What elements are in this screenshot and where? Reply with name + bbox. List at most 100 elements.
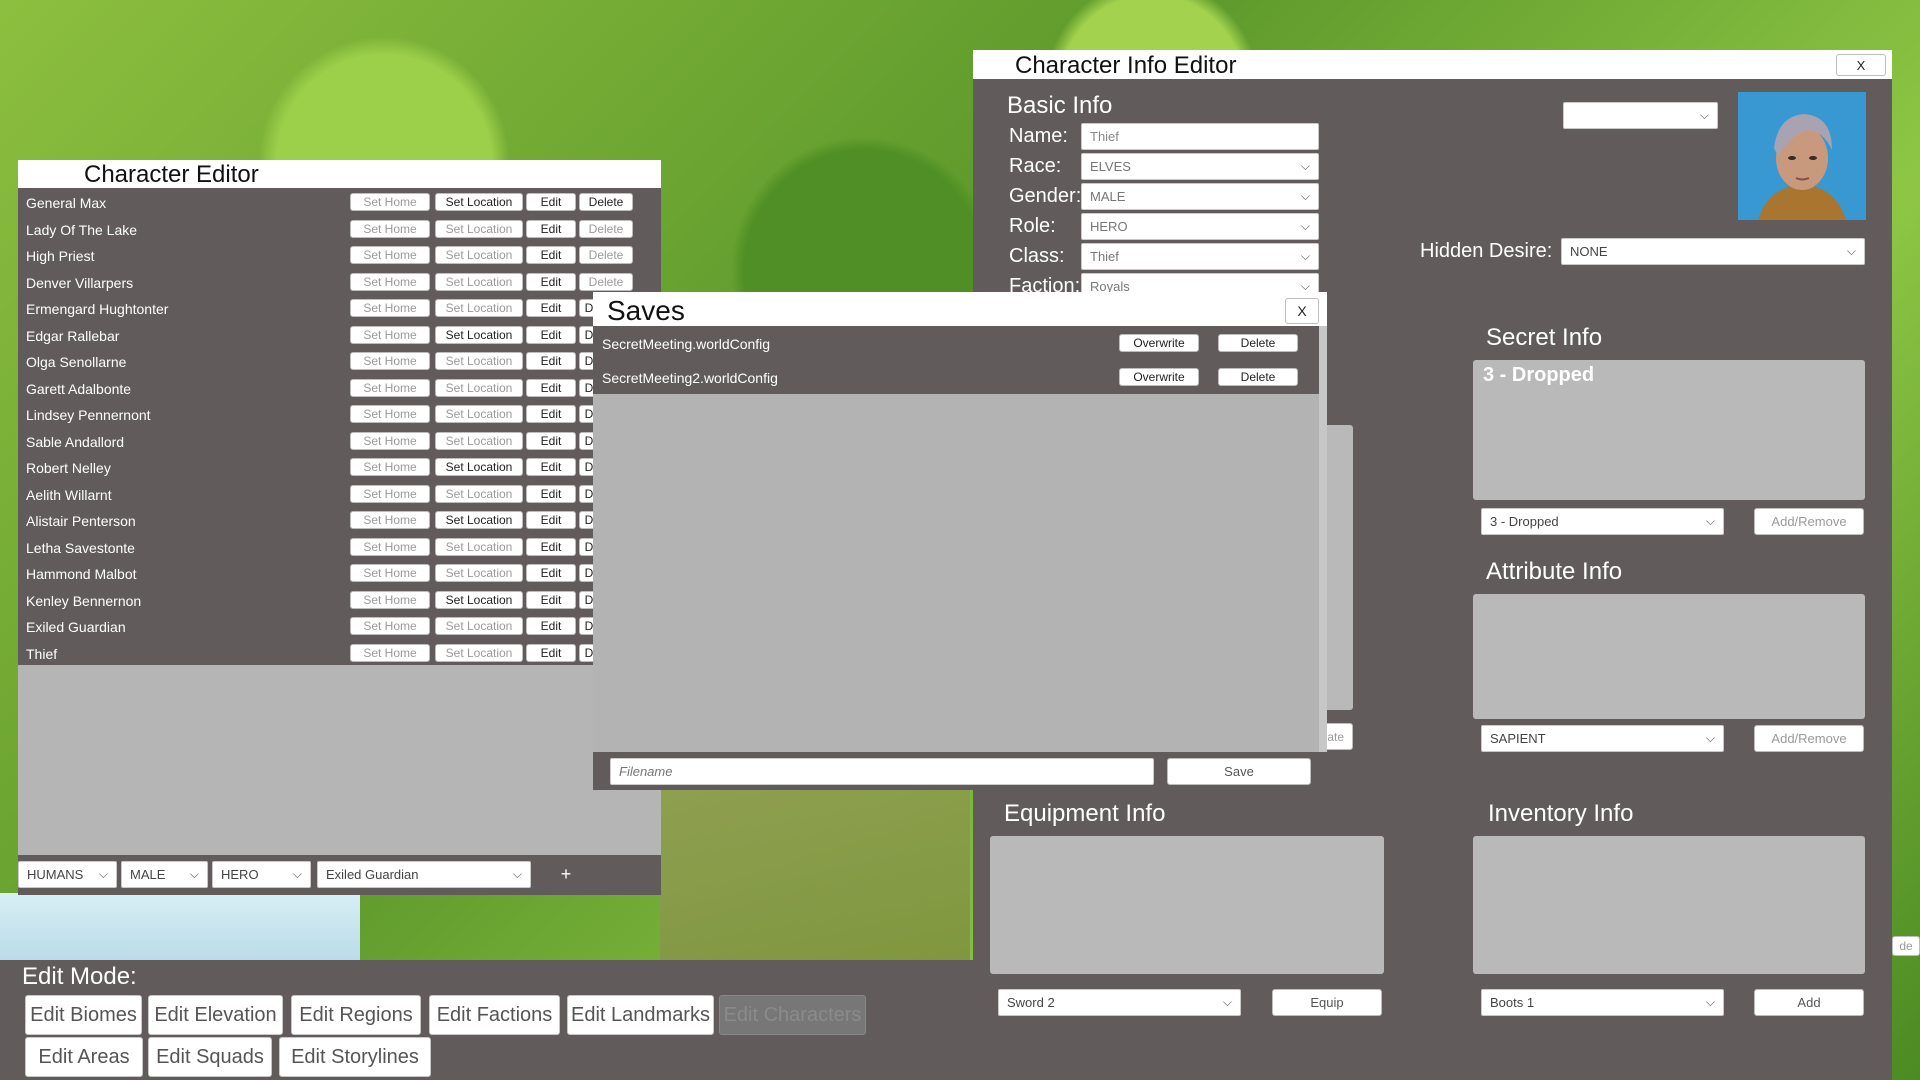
character-row[interactable]: Olga Senollarne Set Home Set Location Edit D [18,349,661,376]
secret-select[interactable]: 3 - Dropped ⌵ [1481,508,1724,535]
character-row[interactable]: Alistair Penterson Set Home Set Location Ed… [18,508,661,535]
set-location-button[interactable]: Set Location [435,590,523,609]
set-location-button[interactable]: Set Location [435,564,523,582]
set-home-button[interactable]: Set Home [350,193,430,211]
edit-mode-button-edit-squads[interactable]: Edit Squads [148,1037,272,1077]
character-row[interactable]: Aelith Willarnt Set Home Set Location Edit D [18,482,661,509]
delete-button[interactable]: Delete [579,246,633,264]
set-location-button[interactable]: Set Location [435,193,523,211]
edit-mode-button-edit-regions[interactable]: Edit Regions [291,995,421,1035]
secret-add-remove-button[interactable]: Add/Remove [1754,508,1864,535]
set-home-button[interactable]: Set Home [350,484,430,503]
edit-mode-button-edit-biomes[interactable]: Edit Biomes [25,995,142,1035]
secret-info-list-item[interactable]: 3 - Dropped [1483,364,1594,387]
info-race-select[interactable]: ELVES ⌵ [1081,153,1319,180]
set-home-button[interactable]: Set Home [350,352,430,370]
edit-mode-button-edit-areas[interactable]: Edit Areas [25,1037,143,1077]
edit-button[interactable]: Edit [526,590,576,609]
set-home-button[interactable]: Set Home [350,378,430,397]
edit-button[interactable]: Edit [526,352,576,370]
edit-mode-button-edit-elevation[interactable]: Edit Elevation [148,995,283,1035]
template-character-select[interactable]: Exiled Guardian ⌵ [317,861,531,888]
edit-button[interactable]: Edit [526,511,576,529]
edit-button[interactable]: Edit [526,617,576,635]
character-row[interactable]: Hammond Malbot Set Home Set Location Edit D [18,561,661,588]
character-row[interactable]: Lady Of The Lake Set Home Set Location Edit… [18,217,661,244]
edit-mode-button-edit-factions[interactable]: Edit Factions [429,995,560,1035]
delete-button[interactable]: Delete [579,272,633,291]
equipment-select[interactable]: Sword 2 ⌵ [998,989,1241,1016]
edit-button[interactable]: Edit [526,458,576,476]
portrait-select[interactable]: ⌵ [1563,102,1718,129]
edit-mode-button-edit-characters[interactable]: Edit Characters [719,995,866,1035]
edit-button[interactable]: Edit [526,537,576,556]
delete-button[interactable]: Delete [579,193,633,211]
edit-button[interactable]: Edit [526,643,576,662]
set-location-button[interactable]: Set Location [435,484,523,503]
inventory-add-button[interactable]: Add [1754,989,1864,1016]
info-gender-select[interactable]: MALE ⌵ [1081,183,1319,210]
gender-select[interactable]: MALE ⌵ [121,861,208,888]
edit-button[interactable]: Edit [526,299,576,317]
set-location-button[interactable]: Set Location [435,299,523,317]
set-location-button[interactable]: Set Location [435,325,523,344]
edit-mode-button-edit-storylines[interactable]: Edit Storylines [279,1037,431,1077]
edit-button[interactable]: Edit [526,431,576,450]
set-home-button[interactable]: Set Home [350,511,430,529]
attribute-add-remove-button[interactable]: Add/Remove [1754,725,1864,752]
set-location-button[interactable]: Set Location [435,219,523,238]
edit-button[interactable]: Edit [526,378,576,397]
save-file-row[interactable]: SecretMeeting.worldConfig Overwrite Delete [593,326,1319,360]
character-row[interactable]: High Priest Set Home Set Location Edit Delet… [18,243,661,270]
character-row[interactable]: Lindsey Pennernont Set Home Set Location Ed… [18,402,661,429]
set-home-button[interactable]: Set Home [350,219,430,238]
set-home-button[interactable]: Set Home [350,590,430,609]
add-character-button[interactable]: + [538,861,594,888]
delete-save-button[interactable]: Delete [1218,368,1298,386]
save-button[interactable]: Save [1167,758,1311,785]
set-location-button[interactable]: Set Location [435,378,523,397]
delete-button[interactable]: Delete [579,219,633,238]
saves-close-button[interactable]: X [1285,298,1319,324]
filename-input[interactable] [610,758,1154,785]
set-location-button[interactable]: Set Location [435,431,523,450]
character-row[interactable]: General Max Set Home Set Location Edit Delet… [18,190,661,217]
set-location-button[interactable]: Set Location [435,405,523,423]
saves-scrollbar[interactable] [1319,326,1327,786]
set-home-button[interactable]: Set Home [350,405,430,423]
set-location-button[interactable]: Set Location [435,617,523,635]
set-home-button[interactable]: Set Home [350,458,430,476]
edit-button[interactable]: Edit [526,484,576,503]
overwrite-button[interactable]: Overwrite [1119,368,1199,386]
character-row[interactable]: Letha Savestonte Set Home Set Location Edit… [18,535,661,562]
hidden-desire-select[interactable]: NONE ⌵ [1561,238,1865,265]
set-location-button[interactable]: Set Location [435,246,523,264]
character-row[interactable]: Sable Andallord Set Home Set Location Edit D [18,429,661,456]
set-home-button[interactable]: Set Home [350,431,430,450]
edit-mode-button-edit-landmarks[interactable]: Edit Landmarks [567,995,714,1035]
character-row[interactable]: Exiled Guardian Set Home Set Location Edit D [18,614,661,641]
set-location-button[interactable]: Set Location [435,352,523,370]
character-row[interactable]: Denver Villarpers Set Home Set Location Edi… [18,270,661,297]
set-location-button[interactable]: Set Location [435,511,523,529]
set-location-button[interactable]: Set Location [435,272,523,291]
inventory-select[interactable]: Boots 1 ⌵ [1481,989,1724,1016]
set-home-button[interactable]: Set Home [350,325,430,344]
character-row[interactable]: Garett Adalbonte Set Home Set Location Edit… [18,376,661,403]
delete-save-button[interactable]: Delete [1218,334,1298,352]
character-row[interactable]: Edgar Rallebar Set Home Set Location Edit D [18,323,661,350]
info-editor-close-button[interactable]: X [1836,54,1886,76]
set-home-button[interactable]: Set Home [350,643,430,662]
name-input[interactable]: Thief [1081,123,1319,150]
set-home-button[interactable]: Set Home [350,272,430,291]
attribute-select[interactable]: SAPIENT ⌵ [1481,725,1724,752]
role-select[interactable]: HERO ⌵ [212,861,311,888]
edit-button[interactable]: Edit [526,325,576,344]
edit-button[interactable]: Edit [526,219,576,238]
set-location-button[interactable]: Set Location [435,643,523,662]
set-location-button[interactable]: Set Location [435,537,523,556]
set-home-button[interactable]: Set Home [350,564,430,582]
equip-button[interactable]: Equip [1272,989,1382,1016]
edge-partial-button[interactable]: de [1892,936,1920,956]
edit-button[interactable]: Edit [526,272,576,291]
